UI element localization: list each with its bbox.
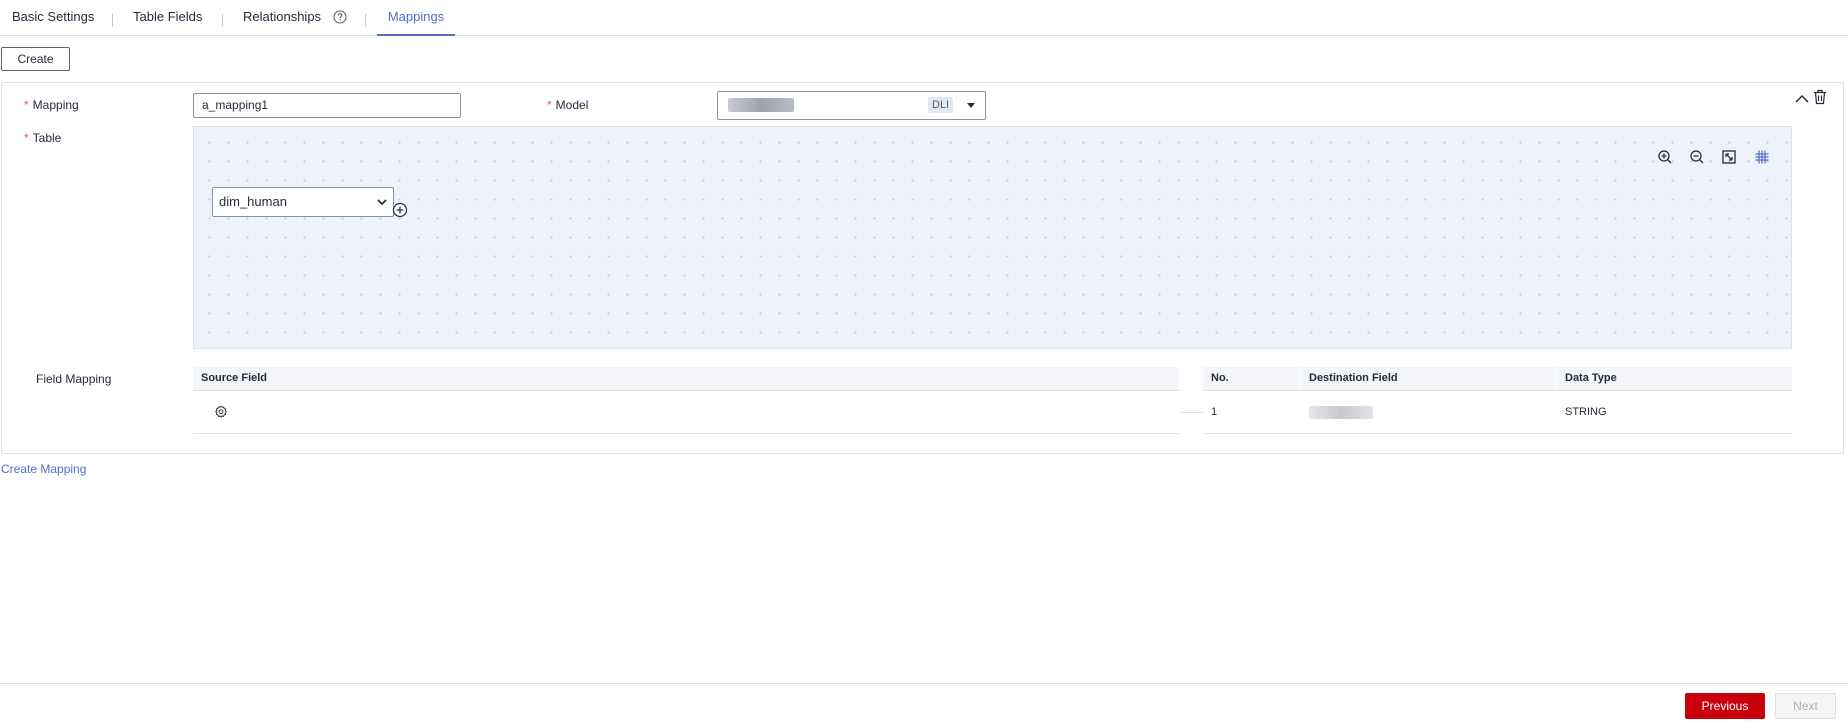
- required-mark: *: [24, 98, 29, 112]
- destination-table-header: No. Destination Field Data Type: [1203, 367, 1792, 391]
- field-mapping-label: Field Mapping: [36, 372, 112, 386]
- model-value-redacted: [728, 98, 794, 112]
- model-label-text: Model: [555, 98, 589, 112]
- tab-mappings[interactable]: Mappings: [377, 0, 455, 36]
- model-select[interactable]: DLI: [717, 91, 986, 120]
- column-header: Destination Field: [1301, 367, 1557, 390]
- chevron-down-icon: [967, 103, 975, 108]
- table-row: [193, 391, 1180, 434]
- tab-divider: [222, 14, 223, 27]
- column-header: Source Field: [193, 367, 1180, 390]
- mapping-link-line: [1180, 412, 1203, 413]
- mappings-page: Basic Settings Table Fields Relationship…: [0, 0, 1848, 724]
- table-label-text: Table: [32, 131, 62, 145]
- tab-relationships-label: Relationships: [243, 9, 322, 24]
- next-button[interactable]: Next: [1775, 693, 1836, 719]
- tab-divider: [365, 14, 366, 27]
- tab-basic-settings[interactable]: Basic Settings: [12, 0, 94, 36]
- mapping-card: *Mapping a_mapping1 *Model DLI *Table: [1, 82, 1844, 454]
- table-select[interactable]: dim_human: [212, 187, 394, 217]
- add-table-icon[interactable]: [392, 202, 408, 218]
- gear-icon[interactable]: [214, 405, 228, 419]
- previous-button[interactable]: Previous: [1685, 693, 1765, 719]
- help-icon[interactable]: [333, 10, 347, 24]
- tab-divider: [112, 14, 113, 27]
- create-button[interactable]: Create: [1, 47, 70, 71]
- tab-table-fields[interactable]: Table Fields: [133, 0, 202, 36]
- column-header: No.: [1203, 367, 1301, 390]
- tab-relationships[interactable]: Relationships: [243, 0, 347, 36]
- data-type-cell: STRING: [1565, 406, 1607, 418]
- required-mark: *: [24, 131, 29, 145]
- footer-bar: Previous Next: [0, 683, 1848, 724]
- model-label: * Model: [547, 98, 588, 112]
- table-row: 1 STRING: [1203, 391, 1792, 434]
- table-label: * Table: [24, 131, 61, 145]
- destination-field-cell: [1301, 391, 1557, 433]
- chevron-up-icon[interactable]: [1794, 91, 1810, 107]
- mapping-name-input[interactable]: a_mapping1: [193, 93, 461, 118]
- required-mark: *: [547, 98, 552, 112]
- grid-icon[interactable]: [1754, 149, 1770, 165]
- destination-field-redacted: [1309, 406, 1373, 419]
- zoom-in-icon[interactable]: [1657, 149, 1673, 165]
- create-mapping-link[interactable]: Create Mapping: [1, 462, 86, 476]
- chevron-down-icon: [377, 199, 387, 206]
- zoom-out-icon[interactable]: [1689, 149, 1705, 165]
- fit-screen-icon[interactable]: [1721, 149, 1737, 165]
- tab-bar: Basic Settings Table Fields Relationship…: [0, 0, 1848, 36]
- table-select-value: dim_human: [219, 194, 287, 209]
- source-table-header: Source Field: [193, 367, 1180, 391]
- mapping-label: * Mapping: [24, 98, 79, 112]
- model-type-tag: DLI: [928, 97, 954, 113]
- mapping-label-text: Mapping: [32, 98, 79, 112]
- trash-icon[interactable]: [1812, 89, 1828, 105]
- table-canvas[interactable]: dim_human: [193, 126, 1792, 349]
- row-number: 1: [1211, 406, 1218, 418]
- column-header: Data Type: [1565, 372, 1617, 384]
